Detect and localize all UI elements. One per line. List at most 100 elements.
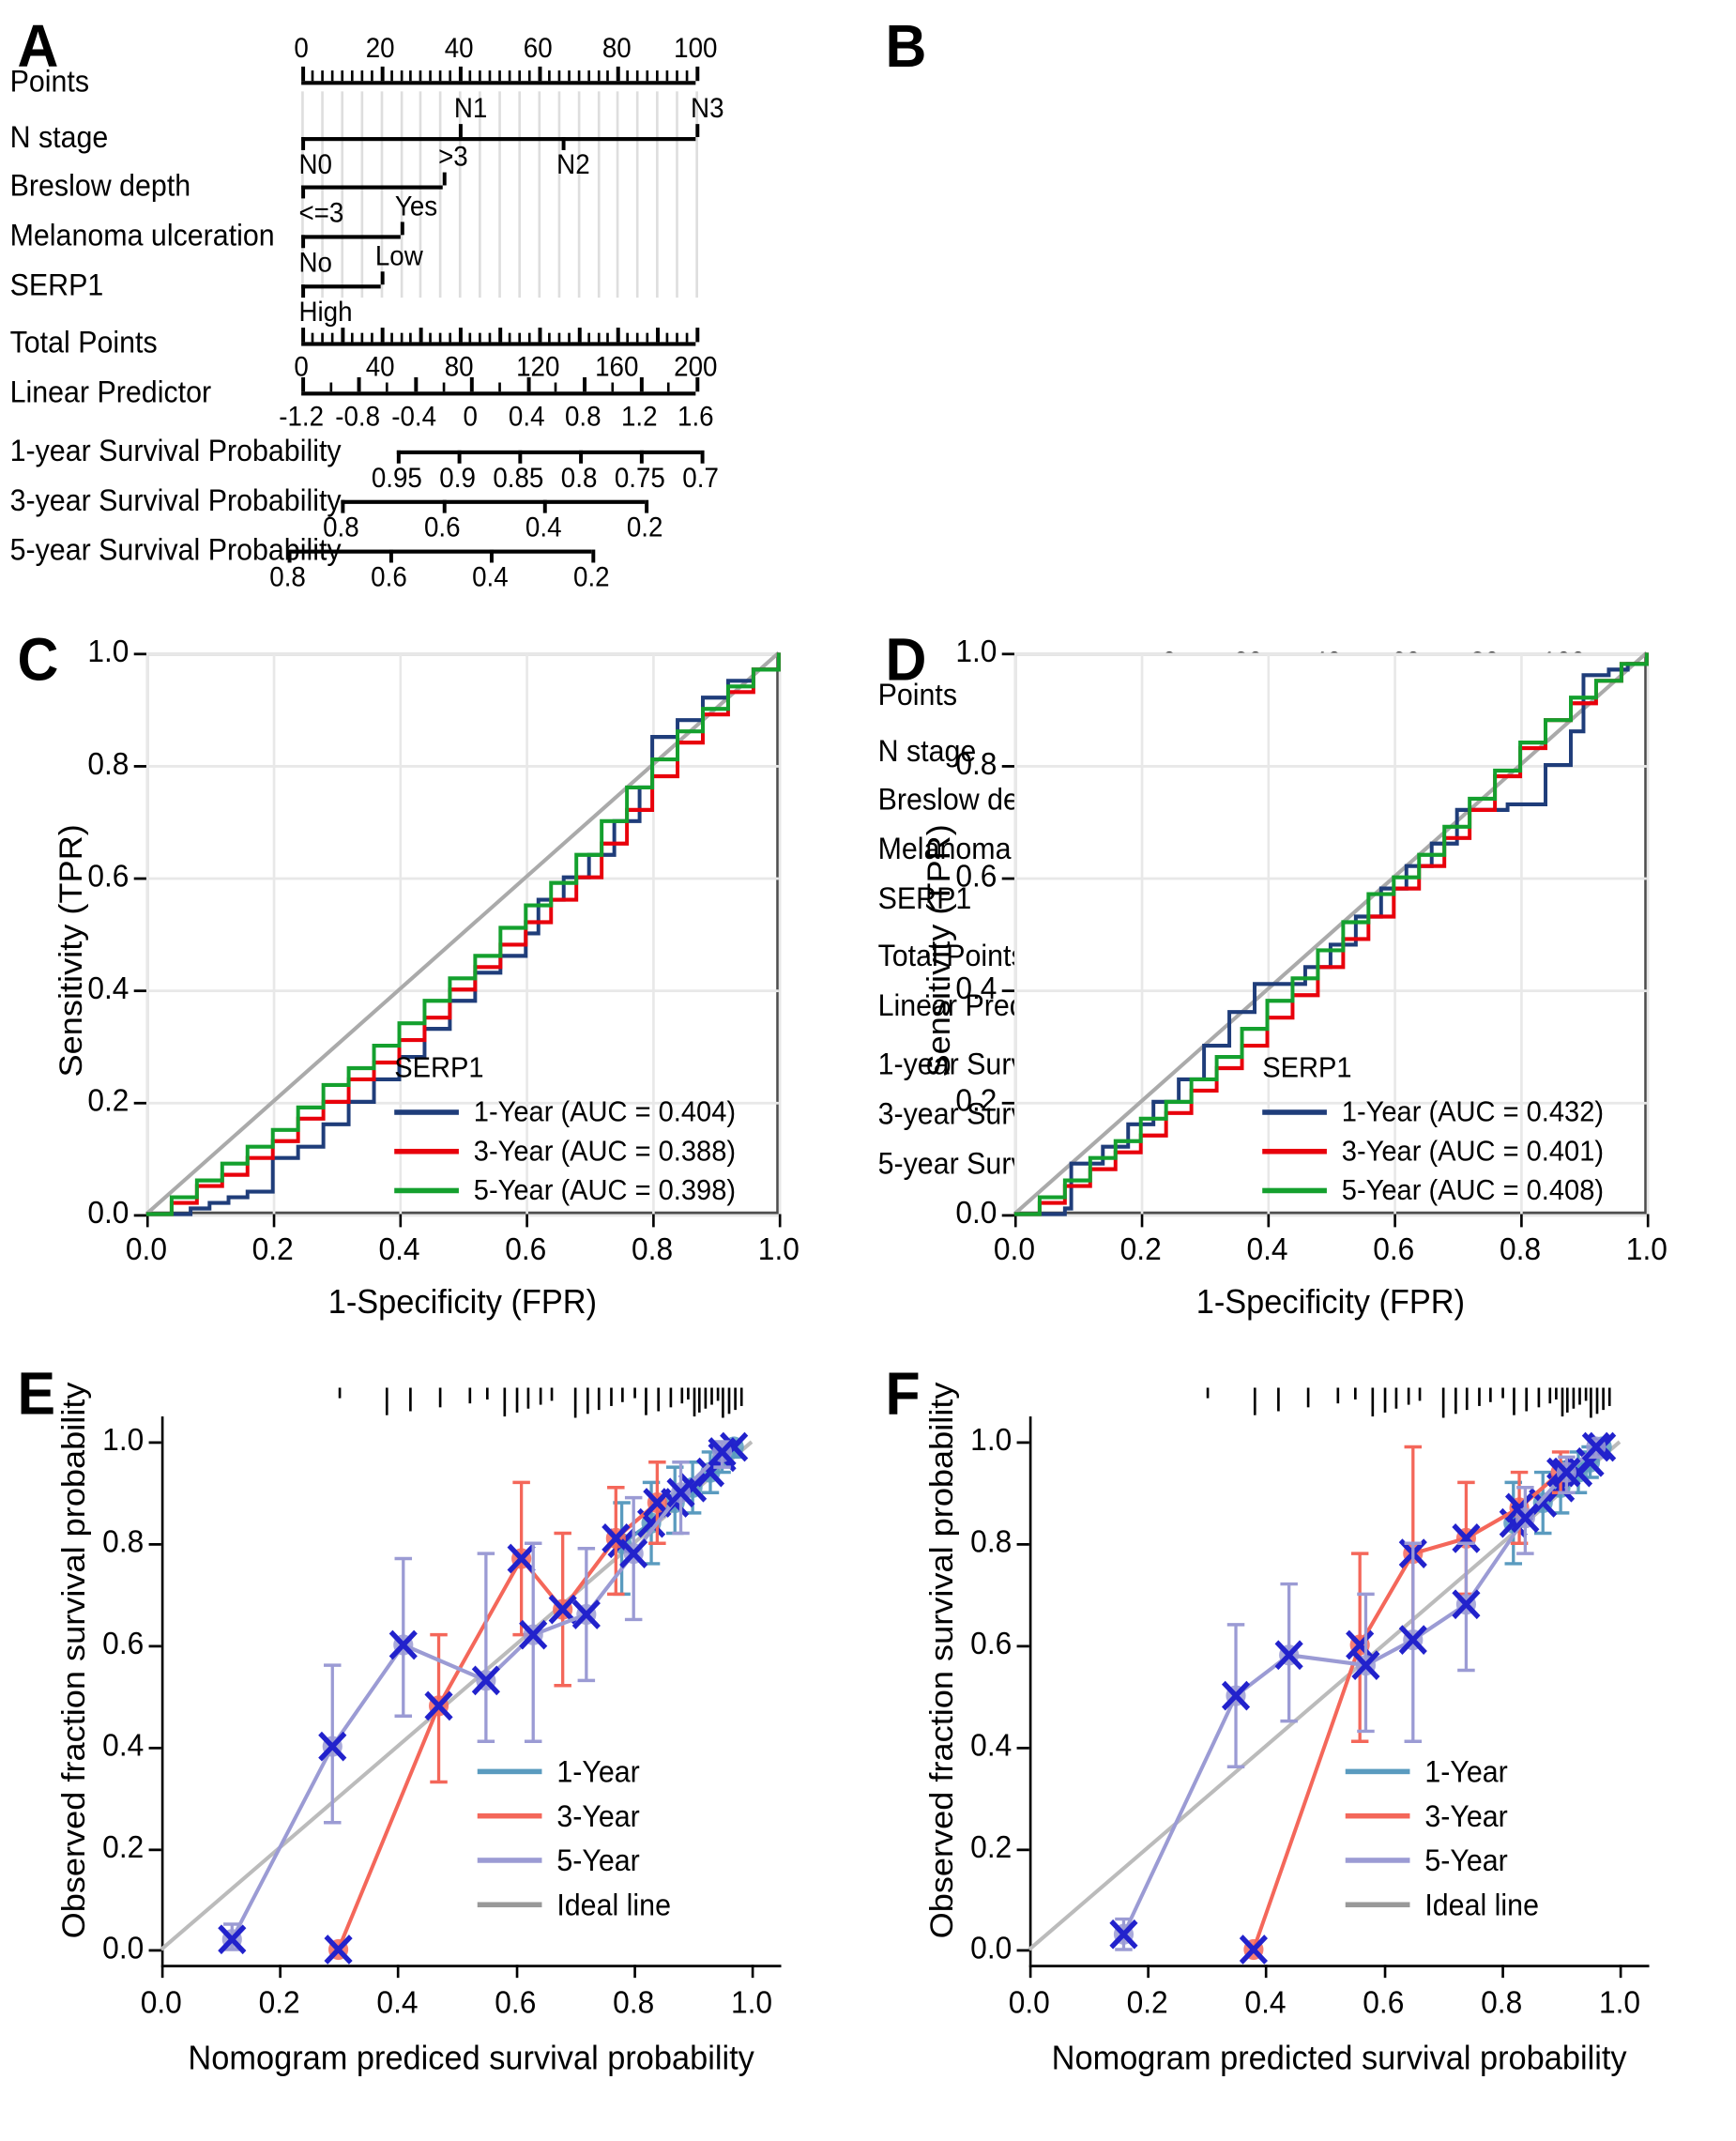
total-points-label-4: 160 <box>595 352 639 383</box>
rug-mark-5 <box>1353 1387 1357 1399</box>
melanoma-ulceration-axis-line <box>301 235 401 239</box>
calibration-legend-label-3: Ideal line <box>1424 1887 1539 1921</box>
x-tick <box>652 1214 655 1228</box>
points-tick <box>370 70 373 82</box>
y-tick-label-5: 1.0 <box>87 634 129 670</box>
roc-legend-label-0: 1-Year (AUC = 0.404) <box>473 1094 737 1128</box>
points-tick <box>459 66 464 82</box>
x-axis-title: 1-Specificity (FPR) <box>327 1281 598 1322</box>
roc-legend-item-2: 5-Year (AUC = 0.408) <box>1262 1171 1604 1211</box>
data-point <box>1403 1629 1424 1651</box>
roc-legend-swatch-2 <box>1262 1187 1327 1194</box>
total-points-tick <box>389 332 393 343</box>
roc-legend-item-0: 1-Year (AUC = 0.404) <box>394 1093 736 1132</box>
points-tick <box>311 70 314 82</box>
survival-3year-label-2: 0.4 <box>525 512 562 543</box>
gridline-h <box>145 765 779 768</box>
linear-predictor-tick <box>695 376 700 392</box>
points-tick <box>419 70 422 82</box>
y-tick <box>133 1214 146 1217</box>
calibration-legend-item-2: 5-Year <box>477 1838 671 1882</box>
nomogram-gridline <box>498 91 501 298</box>
total-points-tick <box>557 332 560 343</box>
linear-predictor-tick <box>301 376 306 392</box>
calibration-legend-label-2: 5-Year <box>1424 1843 1508 1877</box>
survival-1year-label-2: 0.85 <box>493 463 544 494</box>
data-point <box>682 1476 703 1498</box>
observed-x-marker <box>1109 1919 1138 1950</box>
rug-mark-25 <box>709 1387 713 1405</box>
rug-mark-12 <box>1454 1387 1457 1415</box>
points-tick <box>676 70 678 82</box>
points-tick <box>341 70 343 82</box>
data-point <box>1532 1491 1553 1514</box>
rug-mark-10 <box>551 1387 554 1401</box>
x-tick <box>1013 1214 1017 1228</box>
roc-legend-item-1: 3-Year (AUC = 0.388) <box>394 1132 736 1171</box>
total-points-tick <box>547 332 551 343</box>
y-axis-title: Sensitivity (TPR) <box>52 824 90 1078</box>
n-stage-tick <box>695 124 700 138</box>
x-tick <box>399 1214 403 1228</box>
linear-predictor-label-6: 1.2 <box>620 402 658 433</box>
data-point <box>1591 1436 1612 1458</box>
nomogram-gridline <box>597 91 600 298</box>
calibration-legend-swatch-1 <box>1345 1812 1410 1819</box>
breslow-depth-label-1: >3 <box>438 142 468 173</box>
roc-legend-swatch-1 <box>394 1148 459 1155</box>
data-point <box>641 1512 662 1534</box>
gridline-h <box>1013 652 1647 656</box>
data-point <box>1403 1542 1424 1565</box>
gridline-v <box>1013 652 1017 1215</box>
total-points-tick <box>468 332 472 343</box>
x-tick-label-3: 0.6 <box>1373 1231 1415 1268</box>
linear-predictor-tick <box>386 382 388 392</box>
rug-mark-14 <box>609 1387 613 1406</box>
points-tick <box>538 66 542 82</box>
observed-x-marker <box>619 1538 648 1568</box>
data-point <box>1509 1497 1530 1519</box>
rug-mark-6 <box>1371 1387 1375 1417</box>
observed-x-marker <box>1239 1935 1268 1965</box>
rug-mark-1 <box>385 1387 388 1415</box>
points-tick <box>498 70 501 82</box>
y-tick <box>1016 1442 1029 1445</box>
total-points-tick <box>685 332 689 343</box>
nomogram-row-label-2: Breslow depth <box>9 168 191 203</box>
roc-legend-swatch-2 <box>394 1187 459 1194</box>
nomogram-row-label-4: SERP1 <box>9 268 104 302</box>
roc-legend-label-1: 3-Year (AUC = 0.401) <box>1341 1134 1605 1168</box>
survival-5year-label-2: 0.4 <box>472 562 509 593</box>
n-stage-label-3: N3 <box>691 94 724 125</box>
nomogram-gridline <box>341 91 343 298</box>
serp1-tick <box>380 271 385 285</box>
linear-predictor-label-5: 0.8 <box>564 402 602 433</box>
x-axis-title: Nomogram prediced survival probability <box>188 2038 754 2077</box>
y-tick-label-0: 0.0 <box>955 1196 997 1231</box>
x-tick <box>1265 1965 1269 1979</box>
rug-mark-26 <box>1584 1387 1587 1401</box>
data-point <box>327 1938 349 1961</box>
x-tick-label-4: 0.8 <box>632 1231 674 1268</box>
calibration-legend-item-3: Ideal line <box>477 1883 671 1927</box>
y-tick-label-4: 0.8 <box>87 746 129 783</box>
points-tick <box>527 70 531 82</box>
rug-mark-17 <box>645 1387 648 1415</box>
roc-legend: SERP1 1-Year (AUC = 0.432) 3-Year (AUC = 0… <box>1262 1051 1604 1211</box>
x-tick <box>1646 1214 1650 1228</box>
roc-legend: SERP1 1-Year (AUC = 0.404) 3-Year (AUC = 0… <box>394 1051 736 1211</box>
x-tick <box>279 1965 282 1979</box>
x-tick <box>752 1965 754 1979</box>
linear-predictor-tick <box>639 376 644 392</box>
x-tick-label-0: 0.0 <box>125 1231 167 1268</box>
rug-mark-11 <box>1442 1387 1445 1418</box>
points-tick <box>301 66 306 82</box>
observed-x-marker <box>678 1472 708 1503</box>
rug-mark-19 <box>1536 1387 1540 1408</box>
gridline-h <box>1013 877 1647 880</box>
nomogram-row-label-8: 3-year Survival Probability <box>9 482 342 517</box>
y-tick-label-4: 0.8 <box>955 746 997 783</box>
observed-x-marker <box>1452 1589 1481 1620</box>
x-tick-label-1: 0.2 <box>258 1985 300 2022</box>
data-point <box>1550 1461 1571 1483</box>
